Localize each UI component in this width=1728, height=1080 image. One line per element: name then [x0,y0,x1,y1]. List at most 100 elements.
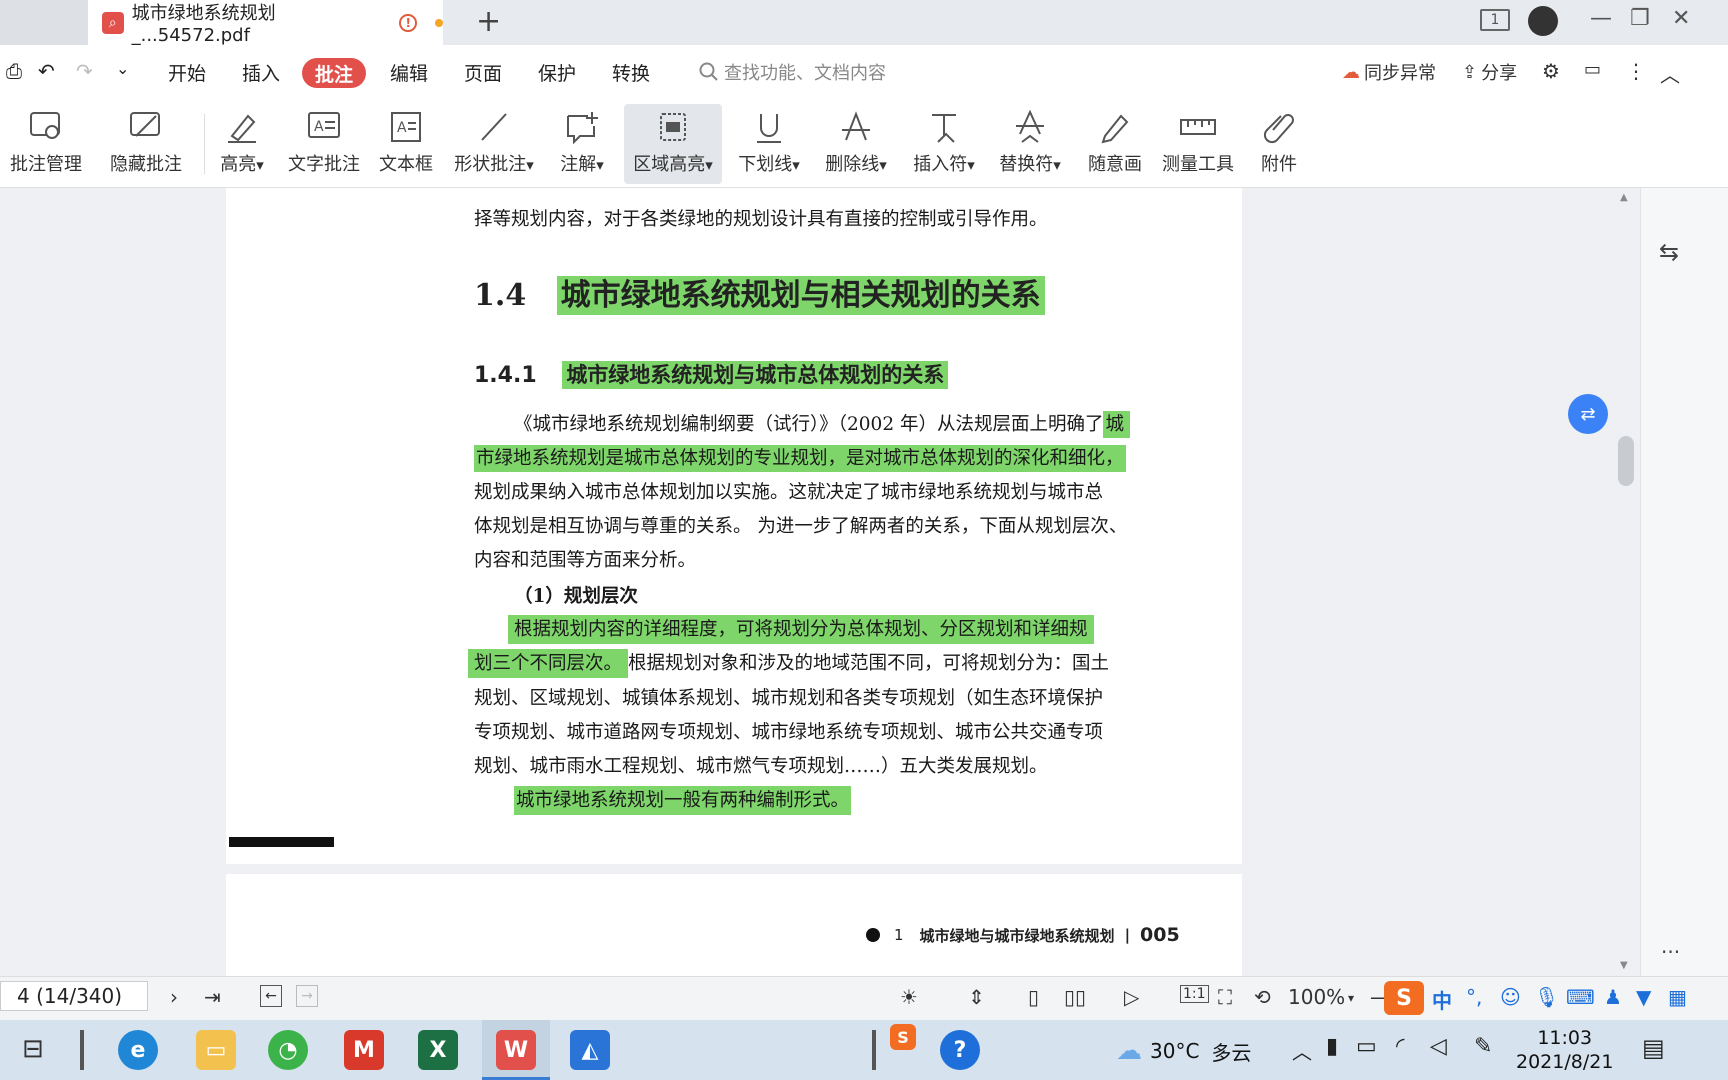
notification-center-icon[interactable]: ▤ [1642,1034,1665,1062]
keyboard-icon[interactable]: ⌨ [1566,985,1595,1009]
page-view-indicator[interactable]: 1 [1480,9,1510,31]
underline-button[interactable]: 下划线▾ [734,104,804,184]
wechat-icon[interactable]: ◔ [268,1030,308,1070]
fit-width-icon[interactable]: ⇕ [968,985,985,1009]
text-comment-button[interactable]: A 文字批注 [284,104,364,184]
wps-icon: W [496,1030,536,1070]
menu-start[interactable]: 开始 [168,59,206,86]
weather-widget[interactable]: ☁ 30°C 多云 [1116,1036,1251,1066]
edge-browser-icon[interactable]: e [118,1030,158,1070]
toolbar-divider [204,114,205,174]
ime-mode[interactable]: 中 [1432,985,1452,1014]
page-number-input[interactable]: 4 (14/340) [0,981,148,1011]
shirt-icon[interactable]: ▼ [1636,985,1651,1009]
toolbox-grid-icon[interactable]: ▦ [1668,985,1687,1009]
more-options-icon[interactable]: ⋮ [1626,59,1646,83]
new-tab-button[interactable]: + [476,6,501,38]
attachment-button[interactable]: 附件 [1252,104,1306,184]
comment-icon[interactable]: ▭ [1584,59,1601,80]
battery-icon[interactable]: ▭ [1356,1034,1377,1059]
tray-expand-icon[interactable]: ︿ [1292,1036,1312,1065]
two-page-icon[interactable]: ▯▯ [1064,985,1086,1009]
sync-status-button[interactable]: ☁ 同步异常 [1342,59,1436,85]
zoom-dropdown-icon[interactable]: ▾ [1348,991,1354,1005]
play-icon[interactable]: ▷ [1124,985,1139,1009]
redo-icon[interactable]: ↷ [76,59,93,83]
ruler-icon [1180,119,1216,135]
menu-insert[interactable]: 插入 [242,59,280,86]
freehand-draw-button[interactable]: 随意画 [1082,104,1148,184]
vertical-scrollbar-thumb[interactable] [1618,436,1634,486]
translate-icon[interactable]: ⇆ [1659,238,1679,266]
single-page-icon[interactable]: ▯ [1028,985,1039,1009]
system-clock[interactable]: 11:03 2021/8/21 [1516,1026,1613,1074]
forward-icon[interactable]: → [296,985,318,1007]
note-button[interactable]: 注解▾ [554,104,610,184]
last-page-icon[interactable]: ⇥ [204,985,221,1009]
hide-annotations-label: 隐藏批注 [110,154,182,175]
dropdown-arrow-icon: ▾ [967,156,975,174]
paragraph-line: 规划成果纳入城市总体规划加以实施。这就决定了城市绿地系统规划与城市总 [474,482,1104,503]
file-explorer-icon[interactable]: ▭ [196,1030,236,1070]
menu-page[interactable]: 页面 [464,59,502,86]
excel-icon[interactable]: X [418,1030,458,1070]
volume-icon[interactable]: ◁ [1430,1034,1447,1059]
menu-protect[interactable]: 保护 [538,59,576,86]
close-button[interactable]: ✕ [1672,6,1690,31]
bullet-icon [866,928,880,942]
wifi-icon[interactable]: ◜ [1396,1034,1405,1059]
menu-convert[interactable]: 转换 [612,59,650,86]
quick-access-dropdown-icon[interactable]: ⌄ [116,59,129,78]
menu-edit[interactable]: 编辑 [390,59,428,86]
measure-tool-button[interactable]: 测量工具 [1158,104,1238,184]
replace-mark-button[interactable]: 替换符▾ [994,104,1066,184]
textbox-button[interactable]: A 文本框 [374,104,438,184]
back-icon[interactable]: ← [260,985,282,1007]
user-avatar[interactable] [1528,6,1558,36]
punctuation-icon[interactable]: °, [1466,985,1482,1009]
insert-mark-button[interactable]: 插入符▾ [908,104,980,184]
next-page-icon[interactable]: › [170,985,178,1009]
translate-float-button[interactable]: ⇄ [1568,394,1608,434]
search-box[interactable]: 查找功能、文档内容 [698,59,886,85]
hide-annotations-button[interactable]: 隐藏批注 [104,104,188,184]
annotation-icon [567,112,598,144]
sogou-ime-icon[interactable]: S [1384,981,1424,1015]
collapse-ribbon-icon[interactable]: ︿ [1660,59,1680,88]
area-highlight-button[interactable]: 区域高亮▾ [624,104,722,184]
minimize-button[interactable]: — [1590,6,1612,31]
more-tools-icon[interactable]: ··· [1661,940,1680,964]
warning-icon[interactable]: ! [399,13,418,32]
help-icon[interactable]: ? [940,1030,980,1070]
document-tab[interactable]: ⌕ 城市绿地系统规划_...54572.pdf ! [88,0,443,46]
actual-size-icon[interactable]: 1:1 [1180,985,1209,1003]
zoom-level[interactable]: 100% [1288,985,1345,1009]
settings-icon[interactable]: ⚙ [1542,59,1560,83]
photos-app-icon[interactable]: ◭ [570,1030,610,1070]
sogou-tray-icon[interactable]: S [890,1024,916,1050]
microphone-icon[interactable]: 🎙 [1534,985,1559,1009]
pen-tray-icon[interactable]: ✎ [1474,1034,1492,1059]
emoji-icon[interactable]: ☺ [1500,985,1521,1009]
menu-bar: ⎙ ↶ ↷ ⌄ 开始 插入 批注 编辑 页面 保护 转换 查找功能、文档内容 ☁… [0,45,1728,100]
rotate-icon[interactable]: ⟲ [1254,985,1271,1009]
menu-annotate[interactable]: 批注 [302,58,366,88]
paragraph-line: 划三个不同层次。 根据规划对象和涉及的地域范围不同，可将规划分为：国土 [468,649,1109,678]
mail-app-icon[interactable]: M [344,1030,384,1070]
shape-annotation-button[interactable]: 形状批注▾ [452,104,536,184]
scroll-down-arrow-icon[interactable]: ▼ [1620,960,1628,971]
eye-protection-icon[interactable]: ☀ [900,985,918,1009]
mic-tray-icon[interactable]: ▮ [1326,1034,1338,1059]
highlight-button[interactable]: 高亮▾ [214,104,270,184]
fit-page-icon[interactable]: ⛶ [1218,985,1232,1009]
undo-icon[interactable]: ↶ [38,59,55,83]
scroll-up-arrow-icon[interactable]: ▲ [1620,192,1628,203]
restore-button[interactable]: ❐ [1630,6,1650,31]
wps-taskbar-item[interactable]: W [482,1020,550,1080]
annotation-manager-button[interactable]: 批注管理 [4,104,88,184]
task-view-icon[interactable]: ⊟ [22,1034,44,1064]
print-icon[interactable]: ⎙ [6,59,22,83]
skin-icon[interactable]: ♟ [1604,985,1622,1009]
strikethrough-button[interactable]: 删除线▾ [820,104,892,184]
share-button[interactable]: ⇪ 分享 [1462,59,1517,85]
